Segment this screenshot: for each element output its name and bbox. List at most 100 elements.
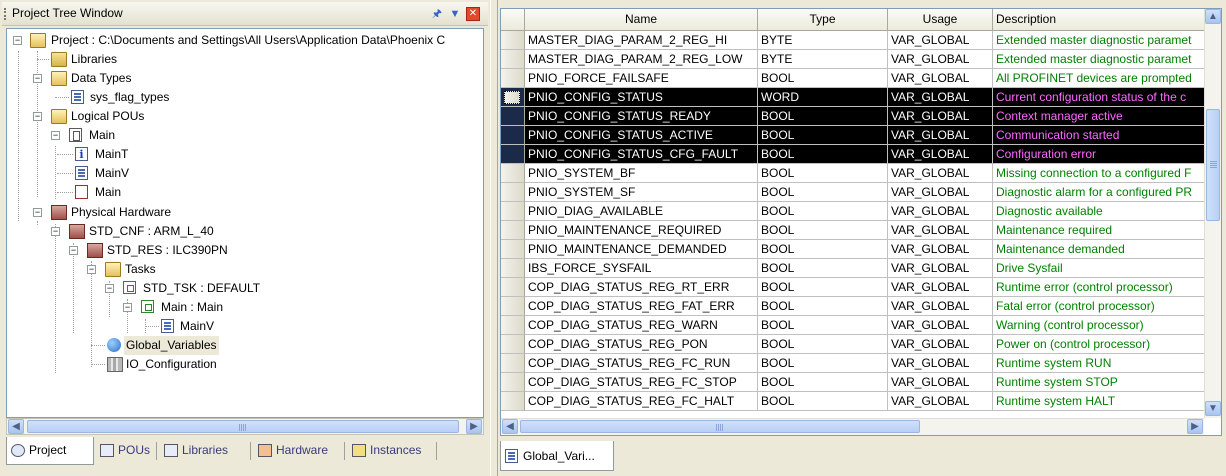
document-tab-global-variables[interactable]: Global_Vari...	[500, 441, 614, 471]
table-row[interactable]: MASTER_DIAG_PARAM_2_REG_HI BYTE VAR_GLOBAL…	[501, 31, 1211, 50]
row-header[interactable]	[501, 240, 525, 259]
tree-node-std-cnf[interactable]: − STD_CNF : ARM_L_40	[49, 222, 269, 241]
cell-type[interactable]: BOOL	[758, 335, 888, 354]
cell-description[interactable]: Runtime error (control processor)	[993, 278, 1205, 297]
row-header[interactable]	[501, 145, 525, 164]
cell-type[interactable]: WORD	[758, 88, 888, 107]
cell-name[interactable]: COP_DIAG_STATUS_REG_FC_HALT	[525, 392, 758, 411]
scrollbar-thumb[interactable]	[1206, 109, 1220, 221]
row-header[interactable]	[501, 69, 525, 88]
cell-name[interactable]: PNIO_MAINTENANCE_REQUIRED	[525, 221, 758, 240]
tree-node-logical-pous[interactable]: − Logical POUs	[31, 107, 231, 126]
tab-hardware[interactable]: Hardware	[254, 437, 328, 465]
cell-usage[interactable]: VAR_GLOBAL	[888, 202, 993, 221]
cell-usage[interactable]: VAR_GLOBAL	[888, 107, 993, 126]
cell-type[interactable]: BOOL	[758, 354, 888, 373]
cell-description[interactable]: Runtime system HALT	[993, 392, 1205, 411]
collapse-icon[interactable]: −	[33, 74, 42, 83]
cell-usage[interactable]: VAR_GLOBAL	[888, 221, 993, 240]
table-row[interactable]: COP_DIAG_STATUS_REG_FC_HALT BOOL VAR_GLOBA…	[501, 392, 1211, 411]
row-header[interactable]	[501, 278, 525, 297]
cell-name[interactable]: COP_DIAG_STATUS_REG_FAT_ERR	[525, 297, 758, 316]
cell-usage[interactable]: VAR_GLOBAL	[888, 88, 993, 107]
cell-usage[interactable]: VAR_GLOBAL	[888, 316, 993, 335]
collapse-icon[interactable]: −	[51, 131, 60, 140]
table-row[interactable]: PNIO_SYSTEM_SF BOOL VAR_GLOBAL Diagnostic a…	[501, 183, 1211, 202]
table-row[interactable]: COP_DIAG_STATUS_REG_FC_RUN BOOL VAR_GLOBAL…	[501, 354, 1211, 373]
row-header[interactable]	[501, 107, 525, 126]
cell-name[interactable]: COP_DIAG_STATUS_REG_FC_STOP	[525, 373, 758, 392]
collapse-icon[interactable]: −	[69, 246, 78, 255]
tree-node-physical-hardware[interactable]: − Physical Hardware	[31, 203, 231, 222]
cell-usage[interactable]: VAR_GLOBAL	[888, 183, 993, 202]
cell-usage[interactable]: VAR_GLOBAL	[888, 145, 993, 164]
scroll-down-icon[interactable]: ▼	[1205, 401, 1221, 416]
cell-description[interactable]: Runtime system RUN	[993, 354, 1205, 373]
collapse-icon[interactable]: −	[123, 303, 132, 312]
cell-description[interactable]: Runtime system STOP	[993, 373, 1205, 392]
cell-type[interactable]: BOOL	[758, 316, 888, 335]
table-row[interactable]: PNIO_MAINTENANCE_DEMANDED BOOL VAR_GLOBAL M…	[501, 240, 1211, 259]
grid-horizontal-scrollbar[interactable]: ◀ ▶	[501, 418, 1204, 435]
tree-node-main-pou[interactable]: − Main	[49, 126, 249, 145]
table-row[interactable]: COP_DIAG_STATUS_REG_RT_ERR BOOL VAR_GLOBAL…	[501, 278, 1211, 297]
tree-node-project[interactable]: − Project : C:\Documents and Settings\Al…	[13, 31, 483, 50]
column-header-usage[interactable]: Usage	[888, 9, 993, 31]
cell-usage[interactable]: VAR_GLOBAL	[888, 354, 993, 373]
cell-type[interactable]: BOOL	[758, 69, 888, 88]
cell-name[interactable]: COP_DIAG_STATUS_REG_FC_RUN	[525, 354, 758, 373]
tree-node-libraries[interactable]: Libraries	[31, 50, 231, 69]
tree-node-tasks[interactable]: − Tasks	[85, 260, 285, 279]
cell-usage[interactable]: VAR_GLOBAL	[888, 373, 993, 392]
table-row[interactable]: COP_DIAG_STATUS_REG_PON BOOL VAR_GLOBAL Pow…	[501, 335, 1211, 354]
cell-description[interactable]: Fatal error (control processor)	[993, 297, 1205, 316]
tree-node-global-variables[interactable]: Global_Variables	[85, 336, 285, 355]
collapse-icon[interactable]: −	[33, 208, 42, 217]
tree-node-data-types[interactable]: − Data Types	[31, 69, 231, 88]
cell-name[interactable]: PNIO_FORCE_FAILSAFE	[525, 69, 758, 88]
cell-name[interactable]: COP_DIAG_STATUS_REG_RT_ERR	[525, 278, 758, 297]
cell-type[interactable]: BOOL	[758, 164, 888, 183]
collapse-icon[interactable]: −	[33, 112, 42, 121]
table-row[interactable]: PNIO_CONFIG_STATUS_READY BOOL VAR_GLOBAL Co…	[501, 107, 1211, 126]
scroll-right-icon[interactable]: ▶	[466, 419, 482, 434]
tree-node-main-code[interactable]: Main	[57, 183, 267, 202]
cell-description[interactable]: All PROFINET devices are prompted	[993, 69, 1205, 88]
column-header-description[interactable]: Description	[993, 9, 1205, 31]
row-header[interactable]	[501, 297, 525, 316]
pane-splitter[interactable]	[490, 0, 498, 476]
cell-type[interactable]: BOOL	[758, 240, 888, 259]
tree-node-sys-flag-types[interactable]: sys_flag_types	[49, 88, 249, 107]
tree-node-io-configuration[interactable]: IO_Configuration	[85, 355, 285, 374]
cell-name[interactable]: PNIO_CONFIG_STATUS_CFG_FAULT	[525, 145, 758, 164]
column-header-name[interactable]: Name	[525, 9, 758, 31]
cell-name[interactable]: PNIO_CONFIG_STATUS	[525, 88, 758, 107]
cell-description[interactable]: Communication started	[993, 126, 1205, 145]
table-row[interactable]: COP_DIAG_STATUS_REG_FC_STOP BOOL VAR_GLOBA…	[501, 373, 1211, 392]
cell-name[interactable]: MASTER_DIAG_PARAM_2_REG_LOW	[525, 50, 758, 69]
collapse-icon[interactable]: −	[87, 265, 96, 274]
cell-name[interactable]: PNIO_DIAG_AVAILABLE	[525, 202, 758, 221]
cell-usage[interactable]: VAR_GLOBAL	[888, 259, 993, 278]
cell-description[interactable]: Extended master diagnostic paramet	[993, 31, 1205, 50]
cell-type[interactable]: BOOL	[758, 297, 888, 316]
cell-usage[interactable]: VAR_GLOBAL	[888, 392, 993, 411]
table-row[interactable]: MASTER_DIAG_PARAM_2_REG_LOW BYTE VAR_GLOBA…	[501, 50, 1211, 69]
cell-description[interactable]: Power on (control processor)	[993, 335, 1205, 354]
row-header[interactable]	[501, 202, 525, 221]
cell-description[interactable]: Missing connection to a configured F	[993, 164, 1205, 183]
row-header[interactable]	[501, 31, 525, 50]
scroll-left-icon[interactable]: ◀	[502, 419, 518, 434]
project-tree[interactable]: − Project : C:\Documents and Settings\Al…	[6, 28, 484, 418]
table-row[interactable]: PNIO_FORCE_FAILSAFE BOOL VAR_GLOBAL All PRO…	[501, 69, 1211, 88]
tree-horizontal-scrollbar[interactable]: ◀ ▶	[6, 418, 484, 435]
cell-usage[interactable]: VAR_GLOBAL	[888, 126, 993, 145]
row-header[interactable]	[501, 335, 525, 354]
cell-type[interactable]: BOOL	[758, 221, 888, 240]
cell-name[interactable]: COP_DIAG_STATUS_REG_WARN	[525, 316, 758, 335]
table-row[interactable]: PNIO_CONFIG_STATUS_CFG_FAULT BOOL VAR_GLOB…	[501, 145, 1211, 164]
table-row[interactable]: PNIO_CONFIG_STATUS WORD VAR_GLOBAL Current …	[501, 88, 1211, 107]
cell-name[interactable]: PNIO_SYSTEM_BF	[525, 164, 758, 183]
cell-name[interactable]: PNIO_SYSTEM_SF	[525, 183, 758, 202]
collapse-icon[interactable]: −	[105, 284, 114, 293]
